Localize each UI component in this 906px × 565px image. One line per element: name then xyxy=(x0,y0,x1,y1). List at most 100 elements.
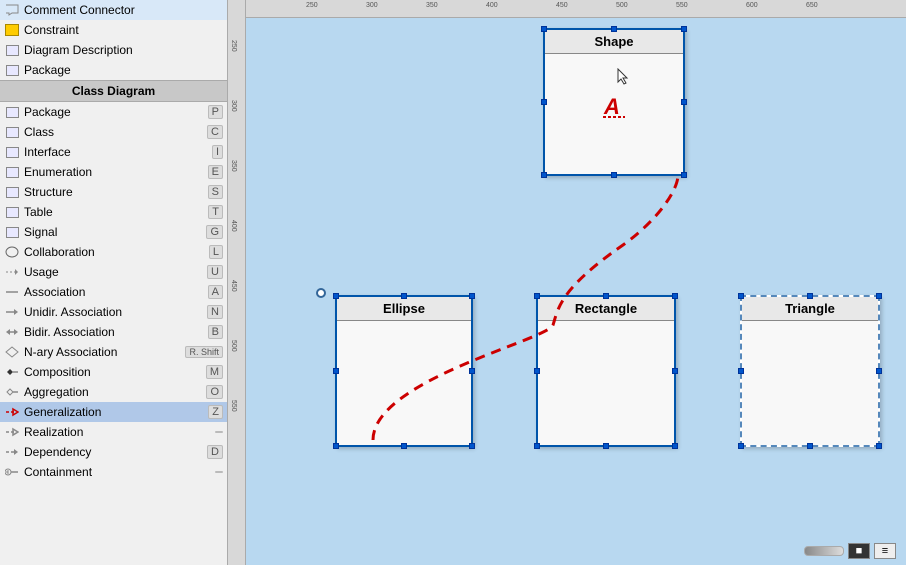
sidebar-item-collaboration[interactable]: Collaboration L xyxy=(0,242,227,262)
class-ellipse-header: Ellipse xyxy=(337,297,471,321)
svg-text:A: A xyxy=(603,94,620,119)
handle-bl[interactable] xyxy=(333,443,339,449)
signal-icon xyxy=(4,224,20,240)
handle-tr[interactable] xyxy=(681,26,687,32)
handle-bm[interactable] xyxy=(603,443,609,449)
diagram-description-icon xyxy=(4,42,20,58)
handle-bm[interactable] xyxy=(807,443,813,449)
handle-bl[interactable] xyxy=(738,443,744,449)
sidebar-item-association[interactable]: Association A xyxy=(0,282,227,302)
handle-mr[interactable] xyxy=(681,99,687,105)
sidebar-item-composition[interactable]: Composition M xyxy=(0,362,227,382)
uml-class-rectangle[interactable]: Rectangle xyxy=(536,295,676,447)
association-icon xyxy=(4,284,20,300)
realization-icon xyxy=(4,424,20,440)
handle-tl[interactable] xyxy=(738,293,744,299)
nary-association-icon xyxy=(4,344,20,360)
sidebar: Comment Connector Constraint Diagram Des… xyxy=(0,0,228,565)
enumeration-icon xyxy=(4,164,20,180)
sidebar-item-diagram-description[interactable]: Diagram Description xyxy=(0,40,227,60)
sidebar-item-table[interactable]: Table T xyxy=(0,202,227,222)
handle-ml[interactable] xyxy=(541,99,547,105)
handle-mr[interactable] xyxy=(672,368,678,374)
class-rectangle-body xyxy=(538,321,674,445)
handle-mr[interactable] xyxy=(469,368,475,374)
bidir-association-icon xyxy=(4,324,20,340)
handle-br[interactable] xyxy=(672,443,678,449)
collaboration-icon xyxy=(4,244,20,260)
sidebar-item-class[interactable]: Class C xyxy=(0,122,227,142)
handle-tr[interactable] xyxy=(469,293,475,299)
handle-bl[interactable] xyxy=(541,172,547,178)
sidebar-item-package-general[interactable]: Package xyxy=(0,60,227,80)
handle-ml[interactable] xyxy=(738,368,744,374)
handle-tl[interactable] xyxy=(534,293,540,299)
constraint-icon xyxy=(4,22,20,38)
sidebar-item-enumeration[interactable]: Enumeration E xyxy=(0,162,227,182)
class-icon xyxy=(4,124,20,140)
ruler-left: 250 300 350 400 450 500 550 xyxy=(228,0,246,565)
unidir-association-icon xyxy=(4,304,20,320)
class-triangle-header: Triangle xyxy=(742,297,878,321)
sidebar-item-comment-connector[interactable]: Comment Connector xyxy=(0,0,227,20)
dark-mode-button[interactable]: ■ xyxy=(848,543,870,559)
handle-tr[interactable] xyxy=(876,293,882,299)
uml-class-triangle[interactable]: Triangle xyxy=(740,295,880,447)
class-ellipse-body xyxy=(337,321,471,445)
bottom-toolbar: ■ ≡ xyxy=(804,543,896,559)
sidebar-item-unidir-association[interactable]: Unidir. Association N xyxy=(0,302,227,322)
sidebar-item-dependency[interactable]: Dependency D xyxy=(0,442,227,462)
interface-icon xyxy=(4,144,20,160)
sidebar-item-generalization[interactable]: Generalization Z xyxy=(0,402,227,422)
diagram-description-label: Diagram Description xyxy=(24,43,223,57)
class-diagram-header: Class Diagram xyxy=(0,80,227,102)
comment-connector-icon xyxy=(4,2,20,18)
abstract-icon: A xyxy=(545,54,683,174)
handle-ml[interactable] xyxy=(534,368,540,374)
class-shape-header: Shape xyxy=(545,30,683,54)
list-view-button[interactable]: ≡ xyxy=(874,543,896,559)
sidebar-item-signal[interactable]: Signal G xyxy=(0,222,227,242)
handle-br[interactable] xyxy=(876,443,882,449)
handle-tl[interactable] xyxy=(333,293,339,299)
sidebar-item-aggregation[interactable]: Aggregation O xyxy=(0,382,227,402)
handle-mr[interactable] xyxy=(876,368,882,374)
handle-bl[interactable] xyxy=(534,443,540,449)
handle-tm[interactable] xyxy=(401,293,407,299)
handle-br[interactable] xyxy=(681,172,687,178)
class-rectangle-header: Rectangle xyxy=(538,297,674,321)
package-general-icon xyxy=(4,62,20,78)
package-general-label: Package xyxy=(24,63,223,77)
handle-bm[interactable] xyxy=(401,443,407,449)
comment-connector-label: Comment Connector xyxy=(24,3,223,17)
structure-icon xyxy=(4,184,20,200)
composition-icon xyxy=(4,364,20,380)
handle-tm[interactable] xyxy=(611,26,617,32)
sidebar-item-containment[interactable]: Containment xyxy=(0,462,227,482)
handle-tm[interactable] xyxy=(807,293,813,299)
sidebar-item-realization[interactable]: Realization xyxy=(0,422,227,442)
sidebar-item-bidir-association[interactable]: Bidir. Association B xyxy=(0,322,227,342)
handle-tr[interactable] xyxy=(672,293,678,299)
sidebar-item-structure[interactable]: Structure S xyxy=(0,182,227,202)
dependency-icon xyxy=(4,444,20,460)
handle-tl[interactable] xyxy=(541,26,547,32)
uml-class-ellipse[interactable]: Ellipse xyxy=(335,295,473,447)
sidebar-item-interface[interactable]: Interface I xyxy=(0,142,227,162)
sidebar-item-package[interactable]: Package P xyxy=(0,102,227,122)
class-triangle-body xyxy=(742,321,878,445)
handle-br[interactable] xyxy=(469,443,475,449)
zoom-slider[interactable] xyxy=(804,546,844,556)
generalization-icon xyxy=(4,404,20,420)
canvas-circle-handle[interactable] xyxy=(316,288,326,298)
handle-tm[interactable] xyxy=(603,293,609,299)
handle-bm[interactable] xyxy=(611,172,617,178)
class-shape-body: A xyxy=(545,54,683,174)
sidebar-item-constraint[interactable]: Constraint xyxy=(0,20,227,40)
handle-ml[interactable] xyxy=(333,368,339,374)
uml-class-shape[interactable]: Shape A xyxy=(543,28,685,176)
table-icon xyxy=(4,204,20,220)
sidebar-item-nary-association[interactable]: N-ary Association R. Shift xyxy=(0,342,227,362)
sidebar-item-usage[interactable]: Usage U xyxy=(0,262,227,282)
canvas[interactable]: 250 300 350 400 450 500 550 250 300 350 … xyxy=(228,0,906,565)
